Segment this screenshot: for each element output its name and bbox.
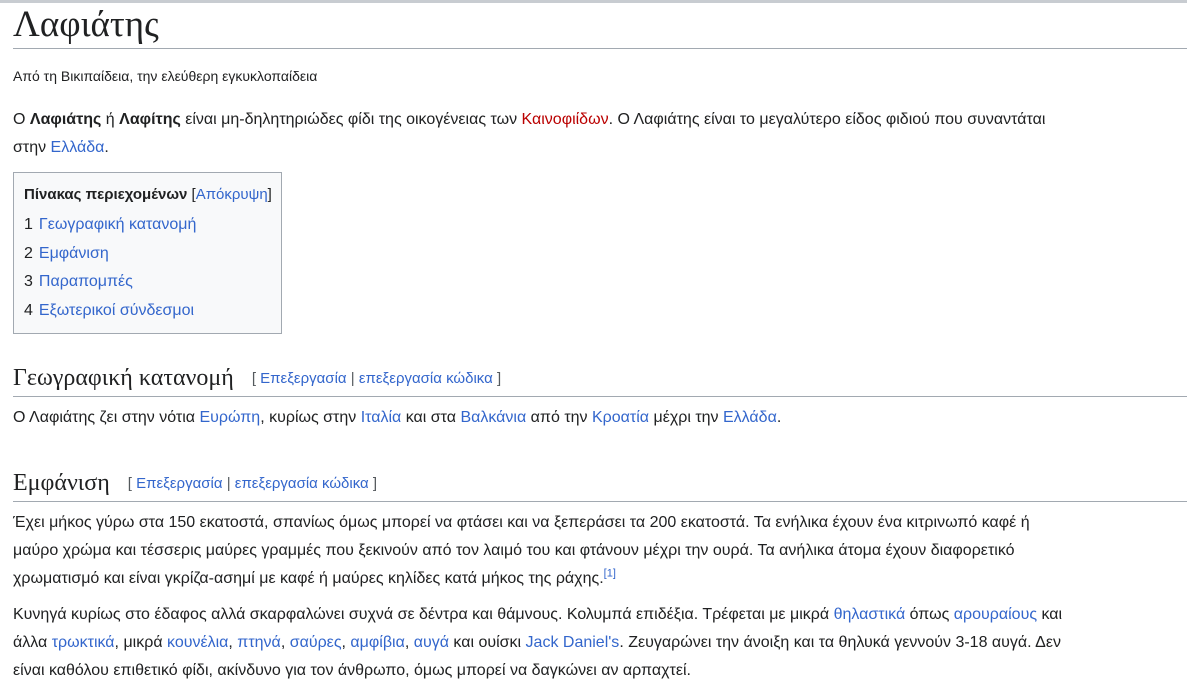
- body-text: ,: [228, 634, 238, 651]
- edit-link[interactable]: Επεξεργασία: [136, 475, 222, 492]
- edit-bracket: ]: [372, 475, 378, 492]
- section-heading-geography: Γεωγραφική κατανομή [ Επεξεργασία | επεξε…: [13, 363, 1187, 397]
- toc-header: Πίνακας περιεχομένων [Απόκρυψη]: [24, 184, 272, 206]
- body-text: όπως: [905, 606, 954, 623]
- body-text: ,: [280, 634, 290, 651]
- appearance-paragraph-1: Έχει μήκος γύρω στα 150 εκατοστά, σπανίω…: [13, 509, 1187, 593]
- link-family[interactable]: Καινοφιίδων: [522, 111, 609, 128]
- intro-text: ή: [101, 111, 120, 128]
- section-title: Εμφάνιση: [13, 470, 110, 496]
- toc-number: 2: [24, 244, 33, 262]
- link-europe[interactable]: Ευρώπη: [199, 409, 260, 426]
- body-text: ,: [404, 634, 414, 651]
- body-text: Έχει μήκος γύρω στα 150 εκατοστά, σπανίω…: [13, 514, 1030, 531]
- intro-text: . Ο Λαφιάτης είναι το μεγαλύτερο είδος φ…: [608, 111, 1046, 128]
- link-italy[interactable]: Ιταλία: [361, 409, 402, 426]
- body-text: άλλα: [13, 634, 52, 651]
- intro-text: .: [104, 139, 109, 156]
- edit-bracket: ]: [496, 370, 502, 387]
- bold-name-2: Λαφίτης: [119, 111, 181, 128]
- link-greece[interactable]: Ελλάδα: [51, 139, 105, 156]
- link-rabbits[interactable]: κουνέλια: [167, 634, 228, 651]
- intro-text: είναι μη-δηλητηριώδες φίδι της οικογένει…: [180, 111, 522, 128]
- toc-link[interactable]: Γεωγραφική κατανομή: [39, 216, 196, 233]
- geography-paragraph: Ο Λαφιάτης ζει στην νότια Ευρώπη, κυρίως…: [13, 404, 1187, 432]
- body-text: χρωματισμό και είναι γκρίζα-ασημί με καφ…: [13, 570, 604, 587]
- toc-bracket: ]: [267, 186, 272, 203]
- intro-text: Ο: [13, 111, 30, 128]
- link-mammals[interactable]: θηλαστικά: [834, 606, 906, 623]
- body-text: και: [1037, 606, 1063, 623]
- toc-number: 3: [24, 273, 33, 290]
- link-amphibians[interactable]: αμφίβια: [350, 634, 404, 651]
- edit-source-link[interactable]: επεξεργασία κώδικα: [235, 475, 369, 492]
- body-text: μαύρο χρώμα και τέσσερις μαύρες γραμμές …: [13, 542, 1015, 559]
- toc-item-external-links[interactable]: 4 Εξωτερικοί σύνδεσμοι: [24, 297, 272, 326]
- toc-item-geography[interactable]: 1 Γεωγραφική κατανομή: [24, 211, 272, 240]
- body-text: Ο Λαφιάτης ζει στην νότια: [13, 409, 200, 426]
- link-greece-2[interactable]: Ελλάδα: [723, 409, 777, 426]
- edit-section-links: [ Επεξεργασία | επεξεργασία κώδικα ]: [252, 370, 501, 387]
- link-jack-daniels[interactable]: Jack Daniel's: [526, 634, 620, 651]
- toc-item-references[interactable]: 3 Παραπομπές: [24, 268, 272, 297]
- body-text: και ουίσκι: [448, 634, 526, 651]
- link-birds[interactable]: πτηνά: [237, 634, 281, 651]
- toc-link[interactable]: Εξωτερικοί σύνδεσμοι: [39, 302, 194, 319]
- link-rodents[interactable]: τρωκτικά: [52, 634, 115, 651]
- body-text: και στα: [401, 409, 461, 426]
- edit-separator: |: [226, 475, 231, 492]
- body-text: από την: [526, 409, 592, 426]
- page-title: Λαφιάτης: [13, 3, 1187, 49]
- reference-link[interactable]: [1]: [604, 568, 616, 580]
- table-of-contents: Πίνακας περιεχομένων [Απόκρυψη] 1 Γεωγραφ…: [13, 172, 282, 334]
- body-text: μέχρι την: [649, 409, 723, 426]
- body-text: , μικρά: [114, 634, 168, 651]
- link-croatia[interactable]: Κροατία: [592, 409, 649, 426]
- section-title: Γεωγραφική κατανομή: [13, 365, 234, 391]
- edit-section-links: [ Επεξεργασία | επεξεργασία κώδικα ]: [128, 475, 377, 492]
- toc-number: 1: [24, 216, 33, 233]
- edit-link[interactable]: Επεξεργασία: [260, 370, 346, 387]
- intro-text: στην: [13, 139, 51, 156]
- link-balkans[interactable]: Βαλκάνια: [460, 409, 526, 426]
- appearance-paragraph-2: Κυνηγά κυρίως στο έδαφος αλλά σκαρφαλώνε…: [13, 601, 1187, 685]
- body-text: .: [776, 409, 782, 426]
- bold-name-1: Λαφιάτης: [29, 111, 102, 128]
- section-heading-appearance: Εμφάνιση [ Επεξεργασία | επεξεργασία κώδι…: [13, 468, 1187, 502]
- edit-bracket: [: [127, 475, 132, 492]
- body-text: Κυνηγά κυρίως στο έδαφος αλλά σκαρφαλώνε…: [13, 606, 834, 623]
- toc-item-appearance[interactable]: 2 Εμφάνιση: [24, 240, 272, 269]
- link-lizards[interactable]: σαύρες: [290, 634, 342, 651]
- article: Λαφιάτης Από τη Βικιπαίδεια, την ελεύθερ…: [13, 0, 1187, 685]
- intro-paragraph: Ο Λαφιάτης ή Λαφίτης είναι μη-δηλητηριώδ…: [13, 106, 1187, 162]
- edit-bracket: [: [251, 370, 256, 387]
- link-rats[interactable]: αρουραίους: [954, 606, 1037, 623]
- edit-separator: |: [350, 370, 355, 387]
- toc-hide-link[interactable]: Απόκρυψη: [196, 186, 268, 203]
- body-text: είναι καθόλου επιθετικό φίδι, ακίνδυνο γ…: [13, 662, 691, 679]
- body-text: . Ζευγαρώνει την άνοιξη και τα θηλυκά γε…: [619, 634, 1061, 651]
- toc-title: Πίνακας περιεχομένων: [24, 186, 188, 203]
- edit-source-link[interactable]: επεξεργασία κώδικα: [359, 370, 493, 387]
- toc-link[interactable]: Παραπομπές: [39, 273, 133, 290]
- toc-number: 4: [24, 301, 33, 319]
- toc-link[interactable]: Εμφάνιση: [39, 245, 109, 262]
- link-eggs[interactable]: αυγά: [414, 634, 449, 651]
- body-text: , κυρίως στην: [260, 409, 361, 426]
- site-tagline: Από τη Βικιπαίδεια, την ελεύθερη εγκυκλο…: [13, 68, 318, 84]
